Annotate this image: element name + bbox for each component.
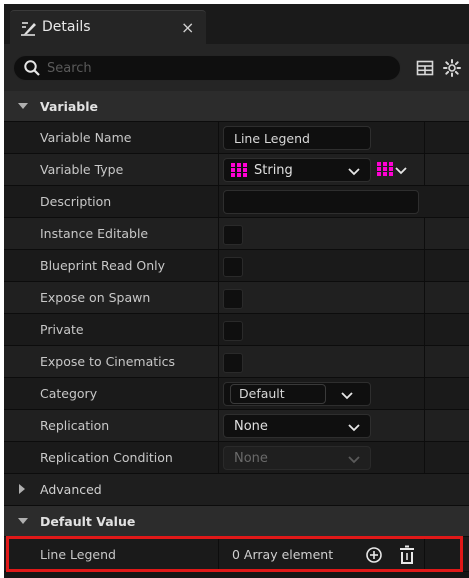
column-divider — [424, 218, 425, 249]
column-divider — [218, 282, 219, 313]
column-divider — [424, 378, 425, 409]
category-label: Default Value — [40, 514, 136, 529]
property-label: Description — [40, 194, 112, 209]
column-divider — [424, 250, 425, 281]
property-label: Replication — [40, 418, 110, 433]
column-divider — [218, 537, 219, 571]
variable-type-value: String — [254, 163, 293, 178]
search-input[interactable] — [47, 58, 387, 78]
column-divider — [424, 537, 425, 571]
chevron-down-icon — [395, 167, 407, 175]
close-icon[interactable]: × — [181, 18, 194, 37]
details-pen-icon — [21, 22, 36, 36]
tab-label: Details — [42, 19, 91, 35]
search-row — [4, 44, 469, 91]
column-divider — [218, 154, 219, 185]
details-panel: Details × Search Variable Variable Name … — [4, 4, 469, 578]
replication-condition-value: None — [234, 451, 268, 466]
category-advanced[interactable]: Advanced — [4, 474, 469, 506]
column-divider — [218, 122, 219, 153]
variable-type-dropdown[interactable]: String — [223, 158, 371, 182]
instance-editable-checkbox[interactable] — [223, 225, 243, 245]
row-expose-on-spawn: Expose on Spawn — [4, 282, 469, 314]
column-divider — [218, 186, 219, 217]
column-divider — [218, 218, 219, 249]
expose-to-cinematics-checkbox[interactable] — [223, 353, 243, 373]
search-icon — [24, 60, 40, 76]
column-divider — [218, 346, 219, 377]
category-variable[interactable]: Variable — [4, 91, 469, 122]
column-divider — [218, 250, 219, 281]
array-element-count: 0 Array element — [232, 547, 334, 562]
row-default-line-legend: Line Legend 0 Array element — [4, 537, 469, 572]
property-label: Category — [40, 386, 98, 401]
column-divider — [424, 442, 425, 473]
replication-condition-dropdown: None — [223, 446, 371, 470]
column-divider — [218, 378, 219, 409]
chevron-down-icon — [18, 103, 28, 109]
column-divider — [218, 314, 219, 345]
chevron-down-icon — [348, 456, 360, 464]
property-label: Expose on Spawn — [40, 290, 151, 305]
column-divider — [424, 314, 425, 345]
column-divider — [424, 410, 425, 441]
property-label: Expose to Cinematics — [40, 354, 175, 369]
description-field[interactable] — [223, 190, 419, 214]
column-divider — [424, 122, 425, 153]
property-label: Blueprint Read Only — [40, 258, 166, 273]
column-divider — [218, 442, 219, 473]
variable-name-field[interactable]: Line Legend — [223, 126, 371, 150]
category-value-field[interactable]: Default — [230, 384, 326, 404]
tab-details[interactable]: Details × — [10, 10, 206, 44]
row-variable-type: Variable Type String — [4, 154, 469, 186]
row-expose-to-cinematics: Expose to Cinematics — [4, 346, 469, 378]
row-blueprint-read-only: Blueprint Read Only — [4, 250, 469, 282]
container-pin-grid-icon — [377, 162, 393, 176]
column-divider — [424, 282, 425, 313]
chevron-down-icon — [348, 424, 360, 432]
row-replication-condition: Replication Condition None — [4, 442, 469, 474]
chevron-down-icon — [348, 168, 360, 176]
property-label: Replication Condition — [40, 450, 173, 465]
gear-icon[interactable] — [442, 58, 462, 78]
property-label: Instance Editable — [40, 226, 149, 241]
row-replication: Replication None — [4, 410, 469, 442]
table-icon[interactable] — [415, 58, 435, 78]
chevron-down-icon — [341, 392, 353, 400]
private-checkbox[interactable] — [223, 321, 243, 341]
column-divider — [424, 154, 425, 185]
search-box[interactable] — [13, 55, 401, 81]
column-divider — [424, 346, 425, 377]
trash-icon[interactable] — [398, 545, 416, 565]
row-instance-editable: Instance Editable — [4, 218, 469, 250]
container-type-dropdown[interactable] — [374, 158, 418, 182]
row-private: Private — [4, 314, 469, 346]
property-label: Line Legend — [40, 547, 116, 562]
category-label: Variable — [40, 99, 99, 114]
plus-circle-icon[interactable] — [365, 546, 383, 564]
property-label: Private — [40, 322, 84, 337]
row-variable-name: Variable Name Line Legend — [4, 122, 469, 154]
property-label: Variable Name — [40, 130, 132, 145]
row-description: Description — [4, 186, 469, 218]
category-default-value[interactable]: Default Value — [4, 506, 469, 537]
chevron-right-icon — [19, 484, 25, 494]
property-label: Variable Type — [40, 162, 124, 177]
expose-on-spawn-checkbox[interactable] — [223, 289, 243, 309]
category-dropdown[interactable]: Default — [223, 382, 371, 406]
replication-value: None — [234, 419, 268, 434]
blueprint-read-only-checkbox[interactable] — [223, 257, 243, 277]
column-divider — [218, 410, 219, 441]
row-category: Category Default — [4, 378, 469, 410]
property-list: Variable Variable Name Line Legend Varia… — [4, 91, 469, 572]
tab-strip: Details × — [4, 4, 469, 44]
string-pin-grid-icon — [231, 163, 247, 177]
chevron-down-icon — [18, 518, 28, 524]
category-label: Advanced — [40, 482, 102, 497]
replication-dropdown[interactable]: None — [223, 414, 371, 438]
